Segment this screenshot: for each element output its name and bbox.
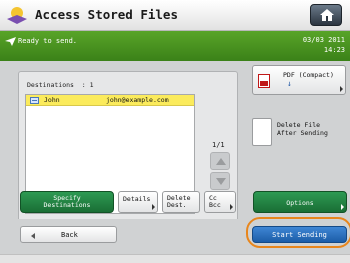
chevron-right-icon [340,86,343,92]
cc-bcc-button[interactable]: Cc Bcc [204,191,236,213]
pdf-compact-button[interactable]: PDF (Compact) ↓ [252,65,346,95]
specify-label-line2: Destinations [43,201,91,209]
back-button[interactable]: Back [20,226,117,243]
bottom-strip [0,254,350,263]
start-sending-label: Start Sending [272,231,327,239]
options-label: Options [286,199,314,207]
status-bar: Ready to send. 03/03 2011 14:23 [0,31,350,61]
title-bar: Access Stored Files [0,0,350,31]
delete-dest-button[interactable]: Delete Dest. [162,191,200,213]
delete-label-line2: Dest. [167,201,187,209]
destination-row[interactable]: John john@example.com [26,95,194,106]
arrow-down-icon [216,178,226,185]
page-title: Access Stored Files [35,7,178,22]
pdf-icon [258,74,270,88]
status-date: 03/03 2011 [302,36,345,44]
details-button[interactable]: Details [118,191,158,213]
delete-after-sending-toggle[interactable]: Delete File After Sending [252,118,346,148]
chevron-right-icon [341,204,344,210]
options-button[interactable]: Options [253,191,347,213]
destination-name: John [44,96,60,104]
home-button[interactable] [310,4,342,26]
details-label: Details [123,195,151,203]
app-icon [7,7,27,24]
home-icon [320,9,334,21]
chevron-right-icon [152,204,155,210]
delete-after-label: Delete File After Sending [277,121,328,137]
destinations-header: Destinations : 1 [27,81,94,89]
scroll-up-button[interactable] [210,152,230,170]
start-sending-button[interactable]: Start Sending [252,226,347,243]
specify-destinations-button[interactable]: Specify Destinations [20,191,114,213]
back-arrow-icon [31,233,35,239]
pdf-label: PDF (Compact) [283,71,334,79]
status-time: 14:23 [323,46,345,54]
status-message: Ready to send. [18,37,78,45]
delete-after-line1: Delete File [277,121,321,129]
back-label: Back [61,231,78,239]
chevron-right-icon [230,204,233,210]
destination-email: john@example.com [106,96,169,104]
compact-arrow-icon: ↓ [287,79,292,88]
send-icon [5,37,16,46]
status-datetime: 03/03 2011 14:23 [303,35,345,55]
delete-after-checkbox[interactable] [252,118,272,146]
address-book-icon [30,97,39,104]
arrow-up-icon [216,158,226,165]
page-counter: 1/1 [212,141,225,149]
delete-after-line2: After Sending [277,129,328,137]
scroll-down-button[interactable] [210,172,230,190]
